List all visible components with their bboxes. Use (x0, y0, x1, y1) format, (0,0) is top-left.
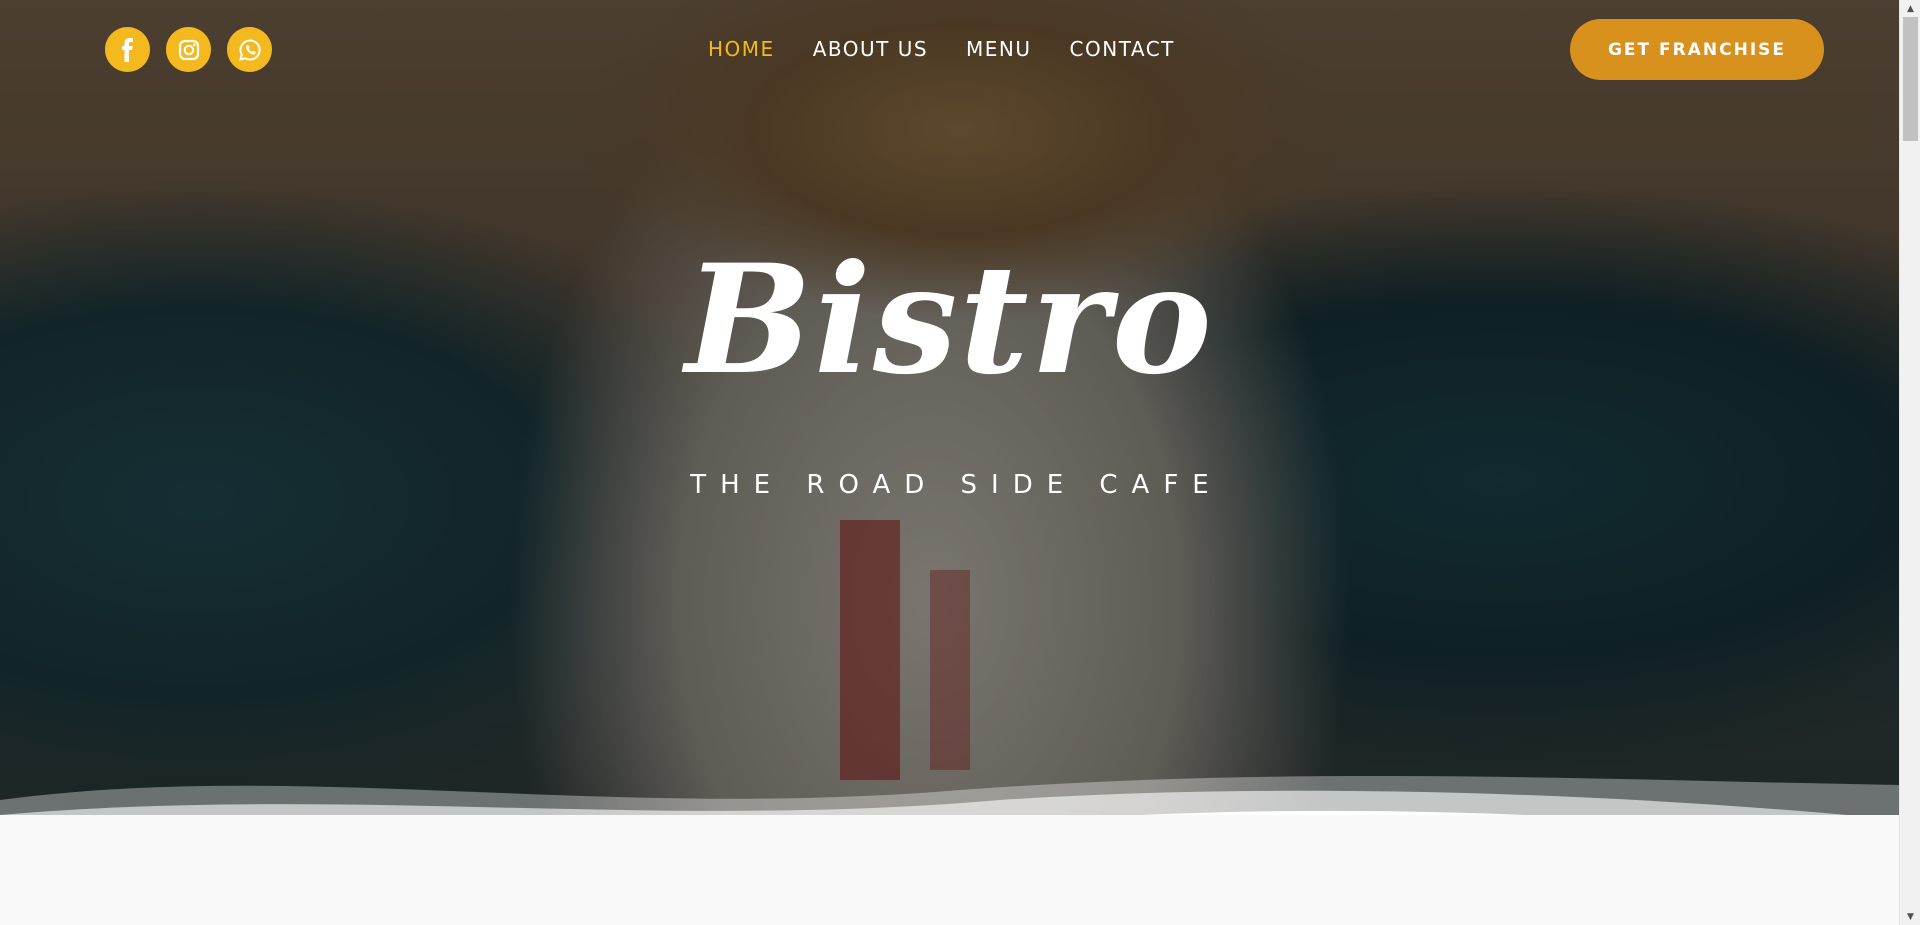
scroll-up-arrow-icon[interactable]: ▲ (1900, 0, 1920, 17)
scroll-down-arrow-icon[interactable]: ▼ (1900, 908, 1920, 925)
content-section (0, 815, 1899, 925)
facebook-button[interactable] (105, 27, 150, 72)
whatsapp-button[interactable] (227, 27, 272, 72)
main-nav: HOME ABOUT US MENU CONTACT (708, 37, 1175, 61)
nav-item-about-us[interactable]: ABOUT US (813, 37, 928, 61)
instagram-icon (178, 39, 199, 60)
facebook-icon (121, 37, 133, 62)
social-links (105, 27, 272, 72)
scrollbar[interactable]: ▲ ▼ (1899, 0, 1920, 925)
scrollbar-thumb[interactable] (1903, 17, 1918, 141)
nav-item-contact[interactable]: CONTACT (1070, 37, 1175, 61)
nav-item-home[interactable]: HOME (708, 37, 775, 61)
page-viewport: HOME ABOUT US MENU CONTACT GET FRANCHISE… (0, 0, 1899, 925)
hero-subtitle: THE ROAD SIDE CAFE (690, 470, 1223, 500)
whatsapp-icon (238, 38, 261, 61)
instagram-button[interactable] (166, 27, 211, 72)
nav-item-menu[interactable]: MENU (966, 37, 1032, 61)
hero-title: Bistro (685, 232, 1214, 408)
get-franchise-button[interactable]: GET FRANCHISE (1570, 19, 1824, 80)
